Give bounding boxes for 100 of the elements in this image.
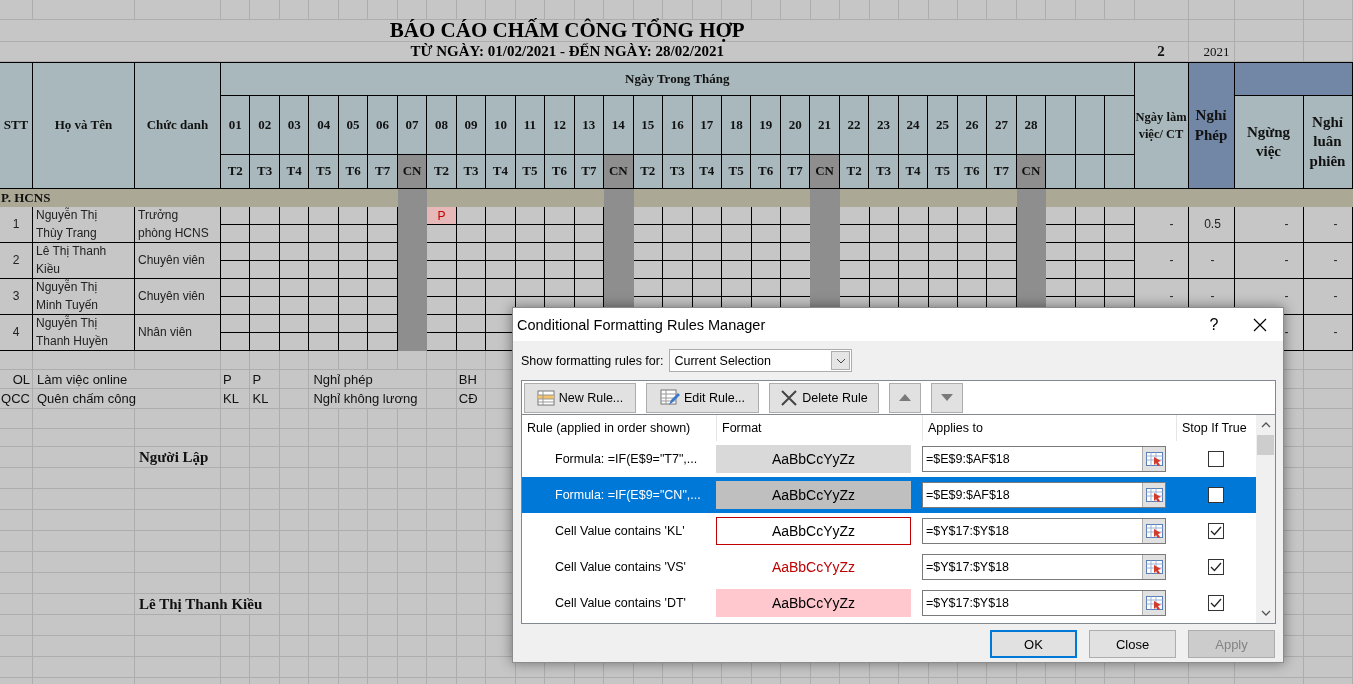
stop-if-true-checkbox[interactable] — [1207, 451, 1224, 467]
range-picker-icon[interactable] — [1142, 483, 1165, 507]
applies-to-field[interactable]: =$Y$17:$Y$18 — [922, 554, 1166, 580]
table-cell: - — [1188, 243, 1235, 279]
job-title: Trưởng phòng HCNS — [135, 207, 221, 243]
rule-text: Cell Value contains 'VS' — [554, 560, 687, 574]
weekday-header: T2 — [839, 155, 870, 189]
table-cell: - — [1134, 243, 1189, 279]
job-title: Chuyên viên — [135, 279, 221, 315]
weekday-header: T3 — [250, 155, 280, 189]
weekday-header: CN — [397, 155, 428, 189]
day-header: 24 — [898, 96, 929, 155]
range-picker-icon[interactable] — [1142, 591, 1165, 615]
header-cell — [1075, 96, 1106, 155]
format-preview: AaBbCcYyZz — [716, 445, 911, 473]
edit-rule-icon — [659, 388, 680, 407]
weekday-header: T2 — [221, 155, 251, 189]
column-header: Nghỉ Phép — [1188, 62, 1235, 189]
scope-dropdown[interactable]: Current Selection — [669, 349, 853, 372]
column-header: Ngừng việc — [1234, 96, 1304, 189]
column-header: Chức danh — [135, 62, 221, 189]
applies-to-field[interactable]: =$E$9:$AF$18 — [922, 446, 1166, 472]
table-cell: - — [1303, 315, 1353, 351]
rule-text: Formula: =IF(E$9="T7",... — [554, 452, 699, 466]
range-picker-icon[interactable] — [1142, 519, 1165, 543]
close-icon — [1253, 317, 1267, 332]
stop-if-true-checkbox[interactable] — [1207, 595, 1224, 611]
weekday-header: T7 — [987, 155, 1017, 189]
table-cell: - — [1234, 243, 1304, 279]
stop-if-true-checkbox[interactable] — [1207, 487, 1224, 503]
weekday-header: T7 — [780, 155, 811, 189]
day-header: 09 — [456, 96, 487, 155]
table-cell: - — [1303, 243, 1353, 279]
new-rule-icon — [536, 389, 555, 406]
weekday-header: T5 — [515, 155, 546, 189]
weekday-header: T3 — [456, 155, 487, 189]
weekday-header: T3 — [663, 155, 693, 189]
toolbar-button[interactable]: Delete Rule — [769, 382, 879, 413]
employee-name: Nguyễn Thị Thùy Trang — [33, 207, 135, 243]
down-arrow-icon — [941, 394, 953, 401]
applies-to-field[interactable]: =$E$9:$AF$18 — [922, 482, 1166, 508]
weekday-header: CN — [1016, 155, 1047, 189]
row-number: 1 — [0, 207, 33, 243]
stop-if-true-checkbox[interactable] — [1207, 559, 1224, 575]
show-rules-label: Show formatting rules for: — [521, 353, 664, 368]
weekday-header: T5 — [721, 155, 752, 189]
rule-row[interactable]: Formula: =IF(E$9="CN",... AaBbCcYyZz =$E$9:$AF$18 — [522, 477, 1256, 513]
dialog-button[interactable]: OK — [990, 630, 1077, 658]
toolbar-button[interactable]: Edit Rule... — [646, 382, 759, 413]
scroll-thumb[interactable] — [1257, 435, 1274, 455]
weekday-header: T7 — [574, 155, 605, 189]
day-header: 10 — [486, 96, 516, 155]
job-title: Nhân viên — [135, 315, 221, 351]
day-header: 28 — [1016, 96, 1047, 155]
table-cell: - — [1134, 207, 1189, 243]
weekday-header: T6 — [545, 155, 575, 189]
toolbar-button[interactable]: New Rule... — [524, 382, 636, 413]
weekday-header: T5 — [928, 155, 958, 189]
day-header: 17 — [692, 96, 722, 155]
day-header: 22 — [839, 96, 870, 155]
format-preview: AaBbCcYyZz — [716, 517, 911, 545]
day-header: 07 — [397, 96, 428, 155]
employee-name: Nguyễn Thị Minh Tuyến — [33, 279, 135, 315]
row-number: 4 — [0, 315, 33, 351]
column-header: Rule (applied in order shown) — [526, 420, 692, 437]
day-header: 21 — [810, 96, 840, 155]
range-picker-icon[interactable] — [1142, 447, 1165, 471]
table-cell: 0.5 — [1188, 207, 1235, 243]
help-button[interactable]: ? — [1191, 315, 1237, 334]
weekday-header: T6 — [338, 155, 369, 189]
day-header: 19 — [751, 96, 781, 155]
group-row: P. HCNS — [0, 189, 1353, 207]
weekday-header: T4 — [898, 155, 929, 189]
day-header: 16 — [663, 96, 693, 155]
stop-if-true-checkbox[interactable] — [1207, 523, 1224, 539]
caret-icon — [831, 351, 851, 370]
move-button[interactable] — [931, 382, 963, 413]
table-cell: - — [1234, 207, 1304, 243]
weekday-header: T5 — [309, 155, 339, 189]
move-button[interactable] — [889, 382, 921, 413]
column-header: Họ và Tên — [33, 62, 135, 189]
dialog-title: Conditional Formatting Rules Manager — [517, 316, 767, 333]
day-header: 23 — [869, 96, 899, 155]
dropdown-value: Current Selection — [674, 353, 771, 368]
weekday-header: T4 — [279, 155, 310, 189]
table-cell: - — [1303, 207, 1353, 243]
day-header: 05 — [338, 96, 369, 155]
range-picker-icon[interactable] — [1142, 555, 1165, 579]
weekday-header: T2 — [427, 155, 457, 189]
weekday-header: T3 — [869, 155, 899, 189]
applies-to-field[interactable]: =$Y$17:$Y$18 — [922, 590, 1166, 616]
header-cell — [1046, 96, 1076, 155]
day-header: 20 — [780, 96, 811, 155]
day-header: 11 — [515, 96, 546, 155]
applies-to-field[interactable]: =$Y$17:$Y$18 — [922, 518, 1166, 544]
day-header: 12 — [545, 96, 575, 155]
column-header: Nghỉ luân phiên — [1303, 96, 1353, 189]
column-header: Ngày làm việc/ CT — [1134, 62, 1189, 189]
weekday-header: T4 — [692, 155, 722, 189]
dialog-button[interactable]: Close — [1089, 630, 1176, 658]
